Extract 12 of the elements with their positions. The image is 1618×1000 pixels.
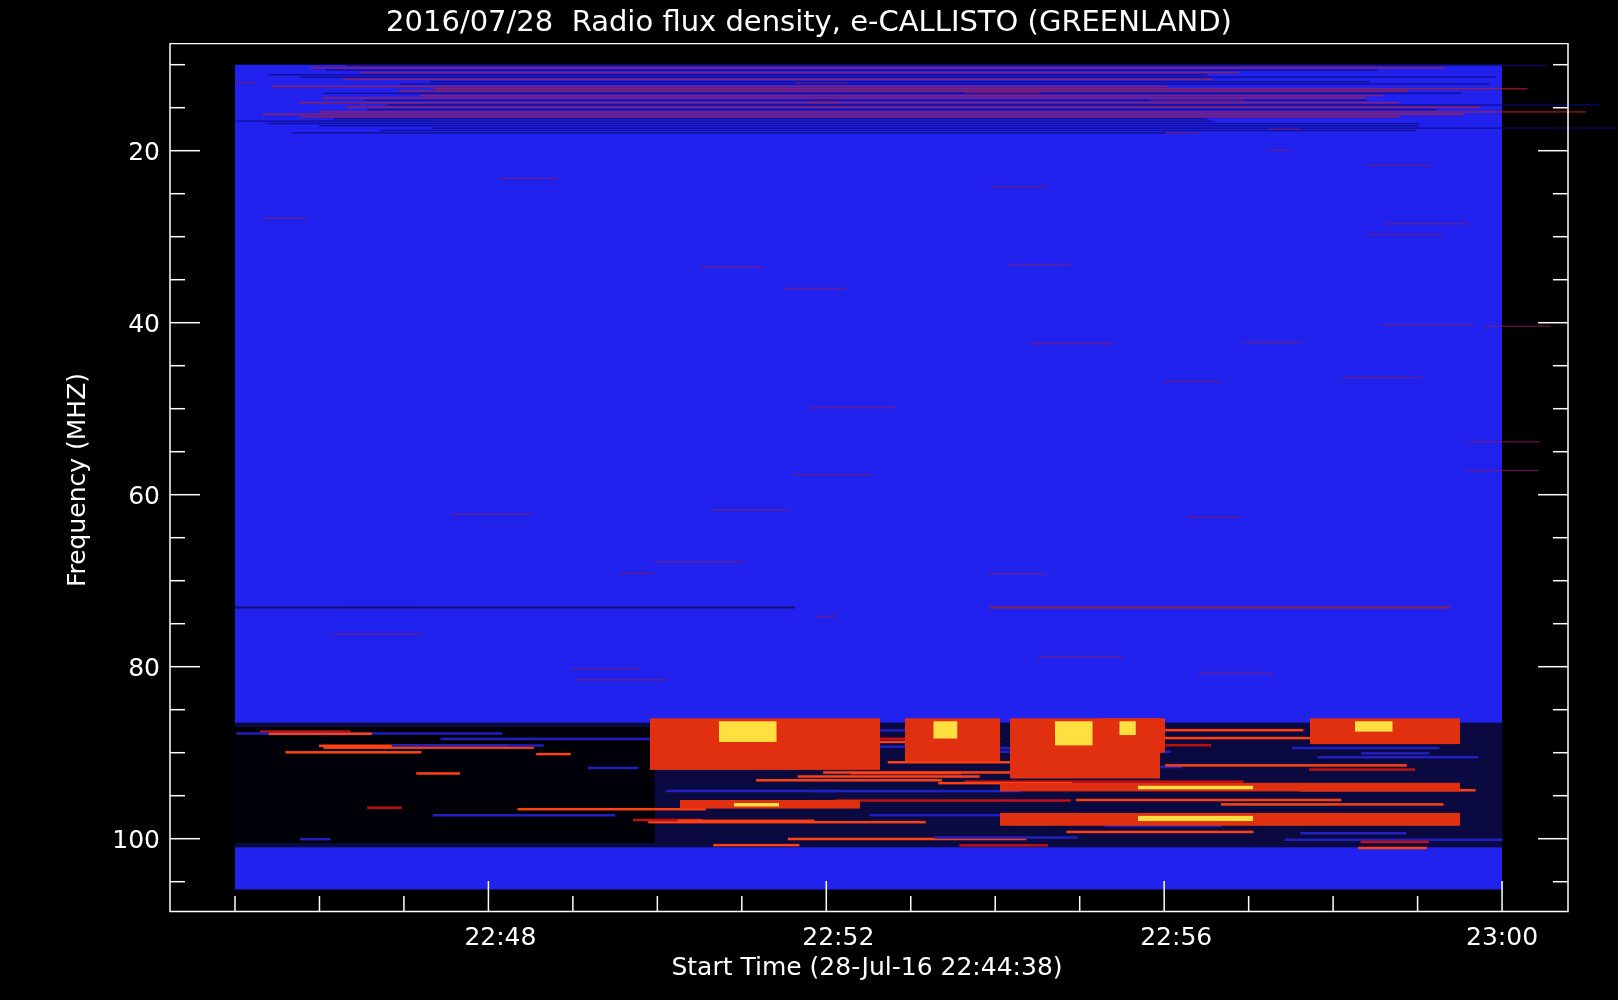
y-tick-label: 80 — [128, 652, 160, 682]
y-tick-label: 20 — [128, 136, 160, 166]
x-tick-label: 22:56 — [1140, 922, 1213, 951]
x-axis-title: Start Time (28-Jul-16 22:44:38) — [671, 952, 1063, 981]
x-tick-label: 23:00 — [1466, 922, 1539, 951]
x-tick-label: 22:52 — [802, 922, 875, 951]
x-tick-label: 22:48 — [464, 922, 537, 951]
y-axis-title: Frequency (MHZ) — [62, 372, 91, 588]
y-tick-label: 60 — [128, 480, 160, 510]
y-tick-label: 40 — [128, 308, 160, 338]
y-tick-label: 100 — [112, 824, 160, 854]
plot-title: 2016/07/28 Radio flux density, e-CALLISTO (GREENLAND) — [386, 4, 1232, 40]
